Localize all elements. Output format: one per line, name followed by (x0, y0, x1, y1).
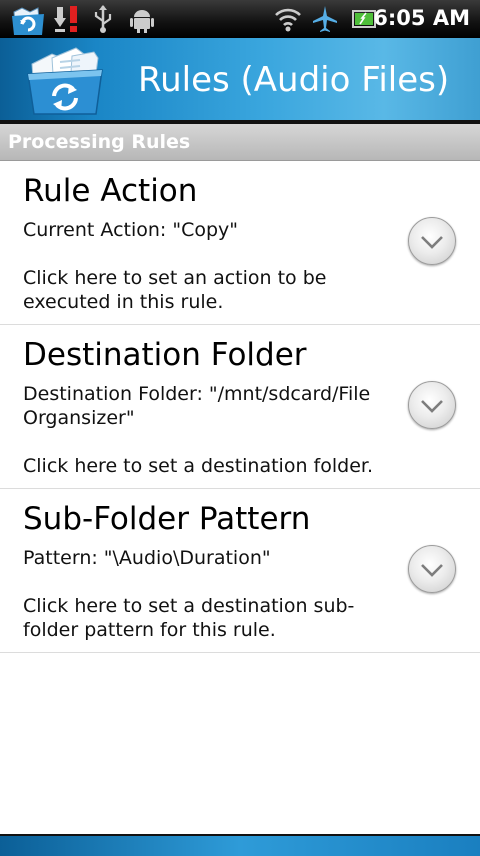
chevron-down-icon[interactable] (408, 381, 456, 429)
airplane-icon (312, 5, 338, 37)
rule-title: Sub-Folder Pattern (23, 501, 311, 537)
rule-value: Destination Folder: "/mnt/sdcard/File Or… (23, 383, 371, 429)
rule-value: Pattern: "\Audio\Duration" (23, 547, 271, 569)
rule-description: Click here to set a destination folder. (23, 455, 373, 477)
app-title: Rules (Audio Files) (138, 60, 450, 100)
rule-title: Rule Action (23, 173, 198, 209)
status-bar: 6:05 AM (0, 0, 480, 38)
rule-description: Click here to set a destination sub-fold… (23, 595, 355, 641)
section-header-label: Processing Rules (8, 131, 191, 153)
rule-item-destination-folder[interactable]: Destination Folder Destination Folder: "… (0, 325, 480, 489)
bottom-bar (0, 834, 480, 856)
status-time: 6:05 AM (373, 6, 470, 30)
chevron-down-icon[interactable] (408, 545, 456, 593)
app-bar: Rules (Audio Files) (0, 38, 480, 120)
rule-title: Destination Folder (23, 337, 307, 373)
usb-icon (92, 5, 114, 37)
section-header: Processing Rules (0, 124, 480, 161)
rule-value: Current Action: "Copy" (23, 219, 239, 241)
file-organizer-logo (24, 44, 108, 116)
app-notification-icon (8, 2, 48, 40)
chevron-down-icon[interactable] (408, 217, 456, 265)
rule-item-action[interactable]: Rule Action Current Action: "Copy" Click… (0, 161, 480, 325)
download-alert-icon (54, 5, 80, 37)
android-debug-icon (130, 5, 154, 37)
rule-description: Click here to set an action to be execut… (23, 267, 327, 313)
rule-item-sub-folder-pattern[interactable]: Sub-Folder Pattern Pattern: "\Audio\Dura… (0, 489, 480, 653)
wifi-icon (275, 5, 301, 37)
